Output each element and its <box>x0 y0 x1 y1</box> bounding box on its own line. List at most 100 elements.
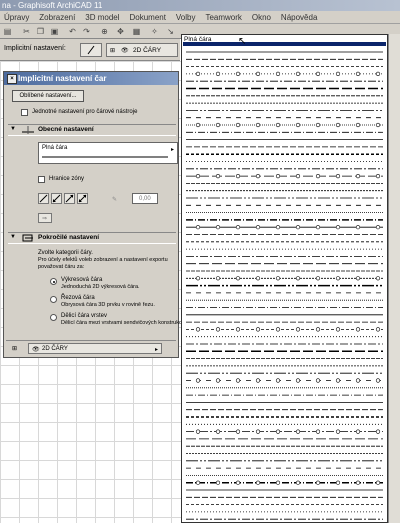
line-symbol-mark <box>195 276 201 281</box>
line-symbol-mark <box>335 122 341 128</box>
line-symbol-mark <box>335 174 341 179</box>
line-symbol-mark <box>315 378 321 383</box>
info-box-label: Implicitní nastavení: <box>4 45 66 52</box>
layer-select[interactable]: 👁 2D ČÁRY ▸ <box>28 343 162 354</box>
layer-selector[interactable]: ⊞ 👁 2D ČÁRY <box>106 43 178 57</box>
magic-wand-icon[interactable]: ✧ <box>150 27 159 36</box>
close-icon[interactable]: × <box>7 74 17 84</box>
arrowhead-options-button[interactable]: ⇒ <box>38 213 52 223</box>
line-symbol-mark <box>375 429 381 434</box>
menu-upravy[interactable]: Úpravy <box>0 11 33 24</box>
category-label-cut: Řezová čára <box>61 295 95 301</box>
line-symbol-mark <box>275 174 281 179</box>
favorites-button[interactable]: Oblíbené nastavení... <box>12 90 84 102</box>
line-symbol-mark <box>315 429 321 434</box>
line-symbol-mark <box>355 225 361 230</box>
line-symbol-mark <box>215 225 221 230</box>
line-symbol-mark <box>215 378 221 383</box>
dropdown-highlight-item[interactable] <box>183 42 386 46</box>
plain-end-button[interactable] <box>38 193 49 204</box>
paste-icon[interactable]: ▣ <box>50 27 59 36</box>
pan-icon[interactable]: ✥ <box>116 27 125 36</box>
line-symbol-mark <box>195 327 201 332</box>
line-symbol-mark <box>235 276 241 281</box>
select-arrow-icon: ▸ <box>171 147 175 153</box>
menu-teamwork[interactable]: Teamwork <box>201 11 245 24</box>
dropdown-scrollbar[interactable] <box>388 34 400 523</box>
menu-napoveda[interactable]: Nápověda <box>277 11 321 24</box>
line-symbol-mark <box>275 480 281 485</box>
category-radio-skin[interactable] <box>50 314 57 321</box>
line-type-button[interactable] <box>80 43 102 57</box>
line-symbol-mark <box>255 71 261 77</box>
line-symbol-mark <box>255 122 261 128</box>
redo-icon[interactable]: ↷ <box>82 27 91 36</box>
line-symbol-mark <box>375 71 381 77</box>
independent-checkbox[interactable] <box>21 109 28 116</box>
layers-icon-2: ⊞ <box>12 346 18 352</box>
line-symbol-mark <box>215 429 221 434</box>
line-symbol-mark <box>195 225 201 230</box>
line-symbol-mark <box>315 71 321 77</box>
line-symbol-mark <box>215 122 221 128</box>
menu-volby[interactable]: Volby <box>172 11 200 24</box>
advanced-settings-icon <box>22 234 33 242</box>
menu-okno[interactable]: Okno <box>248 11 275 24</box>
line-symbol-mark <box>375 480 381 485</box>
dialog-title: Implicitní nastavení čar <box>18 74 107 83</box>
print-icon[interactable]: ▤ <box>3 27 12 36</box>
menu-bar: Úpravy Zobrazení 3D model Dokument Volby… <box>0 11 400 24</box>
angle-input[interactable]: 0,00 <box>132 193 158 204</box>
line-symbol-mark <box>355 480 361 485</box>
cut-icon[interactable]: ✂ <box>22 27 31 36</box>
line-symbol-mark <box>335 276 341 281</box>
line-symbol-mark <box>235 378 241 383</box>
line-symbol-mark <box>355 327 361 332</box>
line-symbol-mark <box>335 429 341 434</box>
line-symbol-mark <box>275 378 281 383</box>
arrow-end-icon <box>65 194 74 203</box>
line-type-list[interactable] <box>183 48 388 523</box>
menu-dokument[interactable]: Dokument <box>125 11 169 24</box>
line-symbol-mark <box>335 480 341 485</box>
layer-name: 2D ČÁRY <box>133 47 162 54</box>
line-type-select[interactable]: Plná čára ▸ <box>38 142 178 164</box>
line-symbol-mark <box>255 378 261 383</box>
category-desc-cut: Obrysová čára 3D prvku v rovině řezu. <box>61 302 155 308</box>
line-symbol-mark <box>355 276 361 281</box>
arrow-start-button[interactable] <box>51 193 62 204</box>
line-symbol-mark <box>295 174 301 179</box>
expand-triangle-icon: ▼ <box>10 126 16 132</box>
arrow-both-button[interactable] <box>77 193 88 204</box>
zoom-icon[interactable]: ⊕ <box>100 27 109 36</box>
line-symbol-mark <box>315 327 321 332</box>
select-arrow-icon-2: ▸ <box>155 347 159 353</box>
line-symbol-mark <box>295 122 301 128</box>
copy-icon[interactable]: ❐ <box>36 27 45 36</box>
grid-icon[interactable]: ▦ <box>132 27 141 36</box>
line-symbol-mark <box>195 378 201 383</box>
line-symbol-mark <box>335 225 341 230</box>
general-section-header[interactable]: ▼ Obecné nastavení <box>8 124 176 136</box>
line-symbol-mark <box>235 327 241 332</box>
line-symbol-mark <box>375 327 381 332</box>
line-symbol-mark <box>235 71 241 77</box>
advanced-section-title: Pokročilé nastavení <box>38 234 100 241</box>
mouse-cursor-icon: ↖ <box>238 36 247 47</box>
arrow-tool-icon[interactable]: ↘ <box>166 27 175 36</box>
zone-border-checkbox[interactable] <box>38 176 45 183</box>
menu-3d-model[interactable]: 3D model <box>81 11 123 24</box>
layers-icon: ⊞ <box>110 48 116 54</box>
dialog-titlebar[interactable]: × Implicitní nastavení čar <box>4 72 178 85</box>
line-type-dropdown[interactable]: Plná čára <box>181 34 388 523</box>
arrow-end-button[interactable] <box>64 193 75 204</box>
line-symbol-mark <box>235 225 241 230</box>
category-radio-cut[interactable] <box>50 296 57 303</box>
line-symbol-mark <box>255 480 261 485</box>
line-symbol-mark <box>215 327 221 332</box>
undo-icon[interactable]: ↶ <box>68 27 77 36</box>
category-radio-drawing[interactable] <box>50 278 57 285</box>
advanced-section-header[interactable]: ▼ Pokročilé nastavení <box>8 232 176 244</box>
menu-zobrazeni[interactable]: Zobrazení <box>35 11 79 24</box>
line-symbol-mark <box>295 276 301 281</box>
